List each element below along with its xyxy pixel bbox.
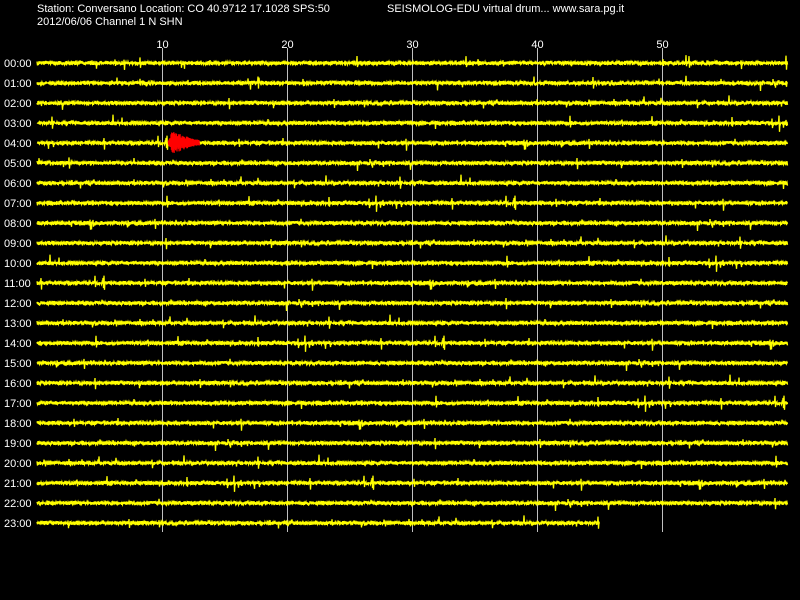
row-label: 20:00 xyxy=(4,458,32,470)
event-trace xyxy=(167,132,200,153)
row-label: 14:00 xyxy=(4,338,32,350)
row-label: 21:00 xyxy=(4,478,32,490)
trace-2300 xyxy=(36,515,601,529)
row-label: 13:00 xyxy=(4,318,32,330)
row-label: 00:00 xyxy=(4,58,32,70)
row-label: 15:00 xyxy=(4,358,32,370)
row-label: 01:00 xyxy=(4,78,32,90)
seismogram-drum: 10 20 30 40 50 00:00 01:00 02:00 03:00 04:00 05:0… xyxy=(4,39,789,532)
row-label: 11:00 xyxy=(4,278,31,290)
tick-labels: 10 20 30 40 50 xyxy=(156,39,668,51)
row-label: 02:00 xyxy=(4,98,32,110)
row-label: 06:00 xyxy=(4,178,32,190)
row-label: 09:00 xyxy=(4,238,32,250)
row-label: 23:00 xyxy=(4,518,32,530)
row-label: 10:00 xyxy=(4,258,32,270)
row-label: 19:00 xyxy=(4,438,32,450)
row-label: 08:00 xyxy=(4,218,32,230)
row-label: 07:00 xyxy=(4,198,32,210)
x-tick-label: 30 xyxy=(406,39,418,51)
row-label: 18:00 xyxy=(4,418,32,430)
x-tick-label: 50 xyxy=(656,39,668,51)
row-label: 22:00 xyxy=(4,498,32,510)
grid-layer xyxy=(162,48,663,532)
x-tick-label: 10 xyxy=(156,39,168,51)
x-tick-label: 40 xyxy=(531,39,543,51)
row-labels: 00:00 01:00 02:00 03:00 04:00 05:00 06:00 07:00… xyxy=(4,58,32,530)
row-label: 05:00 xyxy=(4,158,32,170)
row-label: 17:00 xyxy=(4,398,32,410)
x-tick-label: 20 xyxy=(281,39,293,51)
row-label: 16:00 xyxy=(4,378,32,390)
row-label: 12:00 xyxy=(4,298,32,310)
row-label: 04:00 xyxy=(4,138,32,150)
row-label: 03:00 xyxy=(4,118,32,130)
